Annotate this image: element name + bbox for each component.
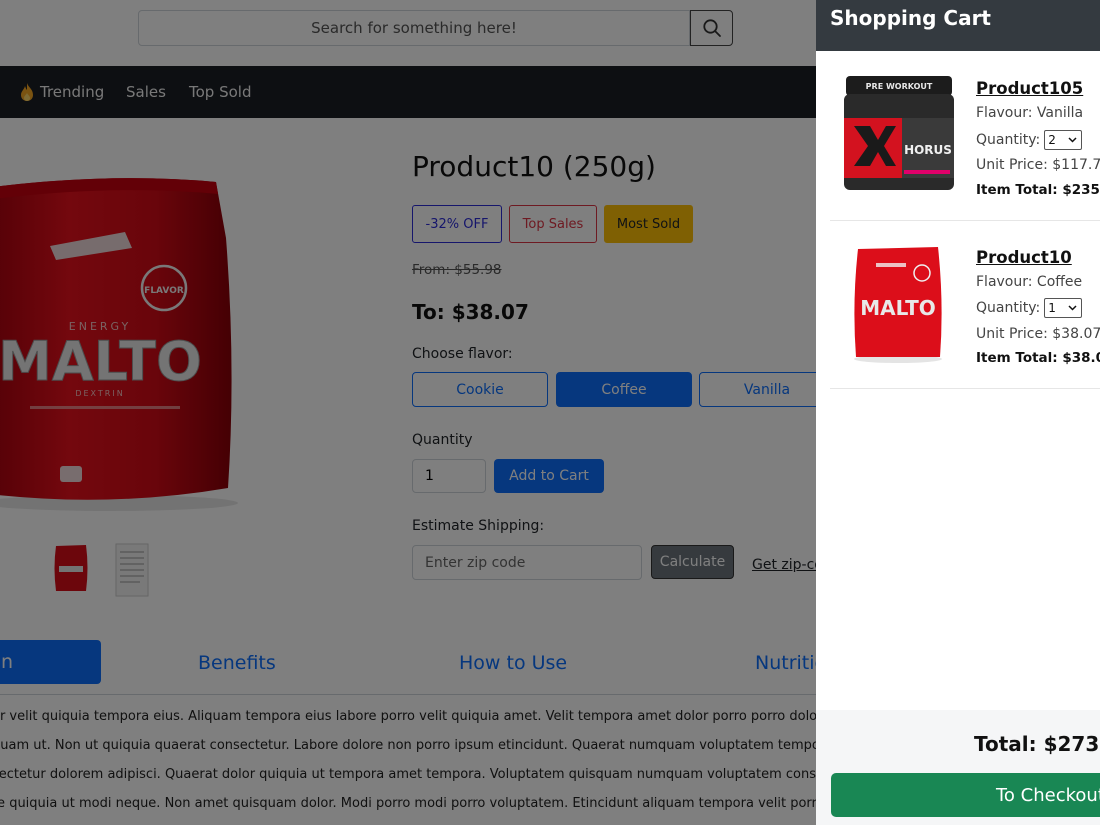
cart-item-quantity-label: Quantity: — [976, 300, 1041, 316]
cart-item-total: Item Total: $38.07 — [976, 350, 1100, 366]
cart-item-quantity-label: Quantity: — [976, 132, 1041, 148]
cart-item-name[interactable]: Product105 — [976, 79, 1083, 98]
cart-item-flavour: Flavour: Vanilla — [976, 105, 1084, 121]
cart-item-image-name-text: HORUS — [904, 143, 952, 157]
cart-item-flavour: Flavour: Coffee — [976, 274, 1083, 290]
chevron-down-icon — [1068, 305, 1077, 311]
cart-item-total: Item Total: $235.4 — [976, 182, 1100, 198]
quantity-select[interactable]: 1 — [1044, 298, 1083, 318]
cart-item-image-top-text: PRE WORKOUT — [866, 82, 933, 91]
quantity-select-value: 2 — [1048, 133, 1056, 147]
shopping-cart-panel: Shopping Cart PRE WORKOUT HORUS Product1… — [816, 0, 1100, 825]
cart-total: Total: $273.47 — [974, 732, 1100, 756]
cart-item-unit-price: Unit Price: $38.07 — [976, 326, 1100, 342]
cart-item-image[interactable]: MALTO — [840, 243, 958, 365]
chevron-down-icon — [1068, 137, 1077, 143]
cart-item: MALTO Product10 Flavour: Coffee Quantity… — [830, 221, 1100, 389]
cart-item-quantity: Quantity: 2 — [976, 130, 1083, 150]
quantity-select[interactable]: 2 — [1044, 130, 1083, 150]
cart-item: PRE WORKOUT HORUS Product105 Flavour: Va… — [830, 52, 1100, 221]
cart-item-unit-price: Unit Price: $117.7 — [976, 157, 1100, 173]
cart-header: Shopping Cart — [816, 0, 1100, 51]
cart-item-image-name-text: MALTO — [860, 296, 935, 320]
cart-item-quantity: Quantity: 1 — [976, 298, 1083, 318]
checkout-button[interactable]: To Checkout — [831, 773, 1100, 817]
cart-footer: Total: $273.47 To Checkout — [816, 710, 1100, 825]
cart-item-image[interactable]: PRE WORKOUT HORUS — [840, 74, 958, 194]
quantity-select-value: 1 — [1048, 301, 1056, 315]
cart-item-name[interactable]: Product10 — [976, 248, 1072, 267]
cart-title: Shopping Cart — [830, 6, 991, 30]
